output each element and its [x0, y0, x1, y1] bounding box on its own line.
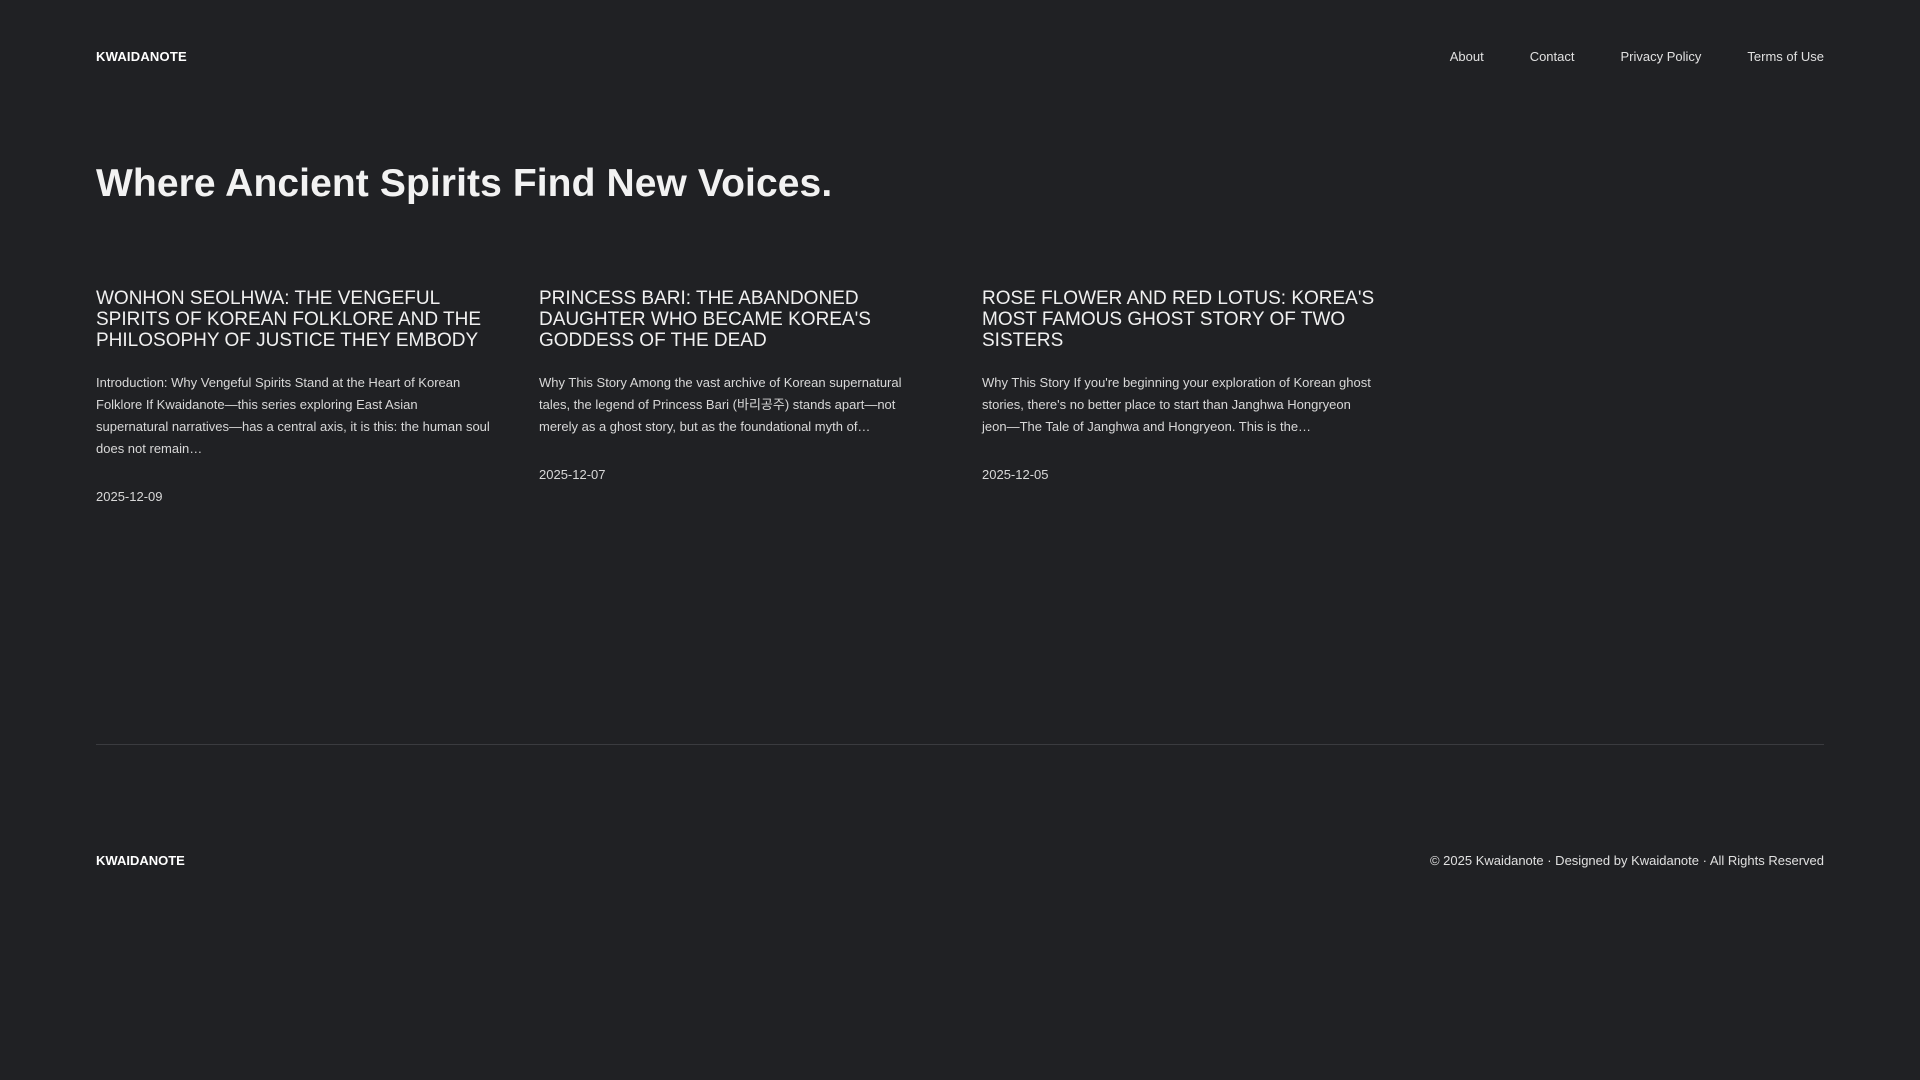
- site-logo[interactable]: KWAIDANOTE: [96, 49, 187, 64]
- post-title[interactable]: ROSE FLOWER AND RED LOTUS: KOREA'S MOST …: [982, 288, 1377, 372]
- post-date: 2025-12-09: [96, 489, 163, 504]
- post-title[interactable]: WONHON SEOLHWA: THE VENGEFUL SPIRITS OF …: [96, 288, 491, 372]
- nav-link-privacy-policy[interactable]: Privacy Policy: [1621, 49, 1702, 64]
- hero-title: Where Ancient Spirits Find New Voices.: [96, 162, 833, 205]
- post-list: WONHON SEOLHWA: THE VENGEFUL SPIRITS OF …: [96, 288, 1377, 504]
- footer-divider: [96, 744, 1824, 745]
- nav-link-terms-of-use[interactable]: Terms of Use: [1747, 49, 1824, 64]
- post-excerpt: Introduction: Why Vengeful Spirits Stand…: [96, 375, 490, 456]
- page-wrapper: KWAIDANOTE About Contact Privacy Policy …: [96, 0, 1824, 1080]
- site-footer: KWAIDANOTE © 2025 Kwaidanote · Designed …: [96, 850, 1824, 870]
- post-card: ROSE FLOWER AND RED LOTUS: KOREA'S MOST …: [982, 288, 1377, 504]
- post-date: 2025-12-07: [539, 467, 606, 482]
- post-excerpt: Why This Story If you're beginning your …: [982, 375, 1371, 434]
- post-title[interactable]: PRINCESS BARI: THE ABANDONED DAUGHTER WH…: [539, 288, 934, 372]
- post-date: 2025-12-05: [982, 467, 1049, 482]
- post-card: WONHON SEOLHWA: THE VENGEFUL SPIRITS OF …: [96, 288, 491, 504]
- post-card: PRINCESS BARI: THE ABANDONED DAUGHTER WH…: [539, 288, 934, 504]
- post-excerpt: Why This Story Among the vast archive of…: [539, 375, 902, 434]
- site-header: KWAIDANOTE About Contact Privacy Policy …: [96, 44, 1824, 68]
- nav-link-contact[interactable]: Contact: [1530, 49, 1575, 64]
- footer-logo[interactable]: KWAIDANOTE: [96, 853, 185, 868]
- copyright-text: © 2025 Kwaidanote · Designed by Kwaidano…: [1429, 852, 1824, 868]
- main-nav: About Contact Privacy Policy Terms of Us…: [1450, 49, 1824, 64]
- nav-link-about[interactable]: About: [1450, 49, 1484, 64]
